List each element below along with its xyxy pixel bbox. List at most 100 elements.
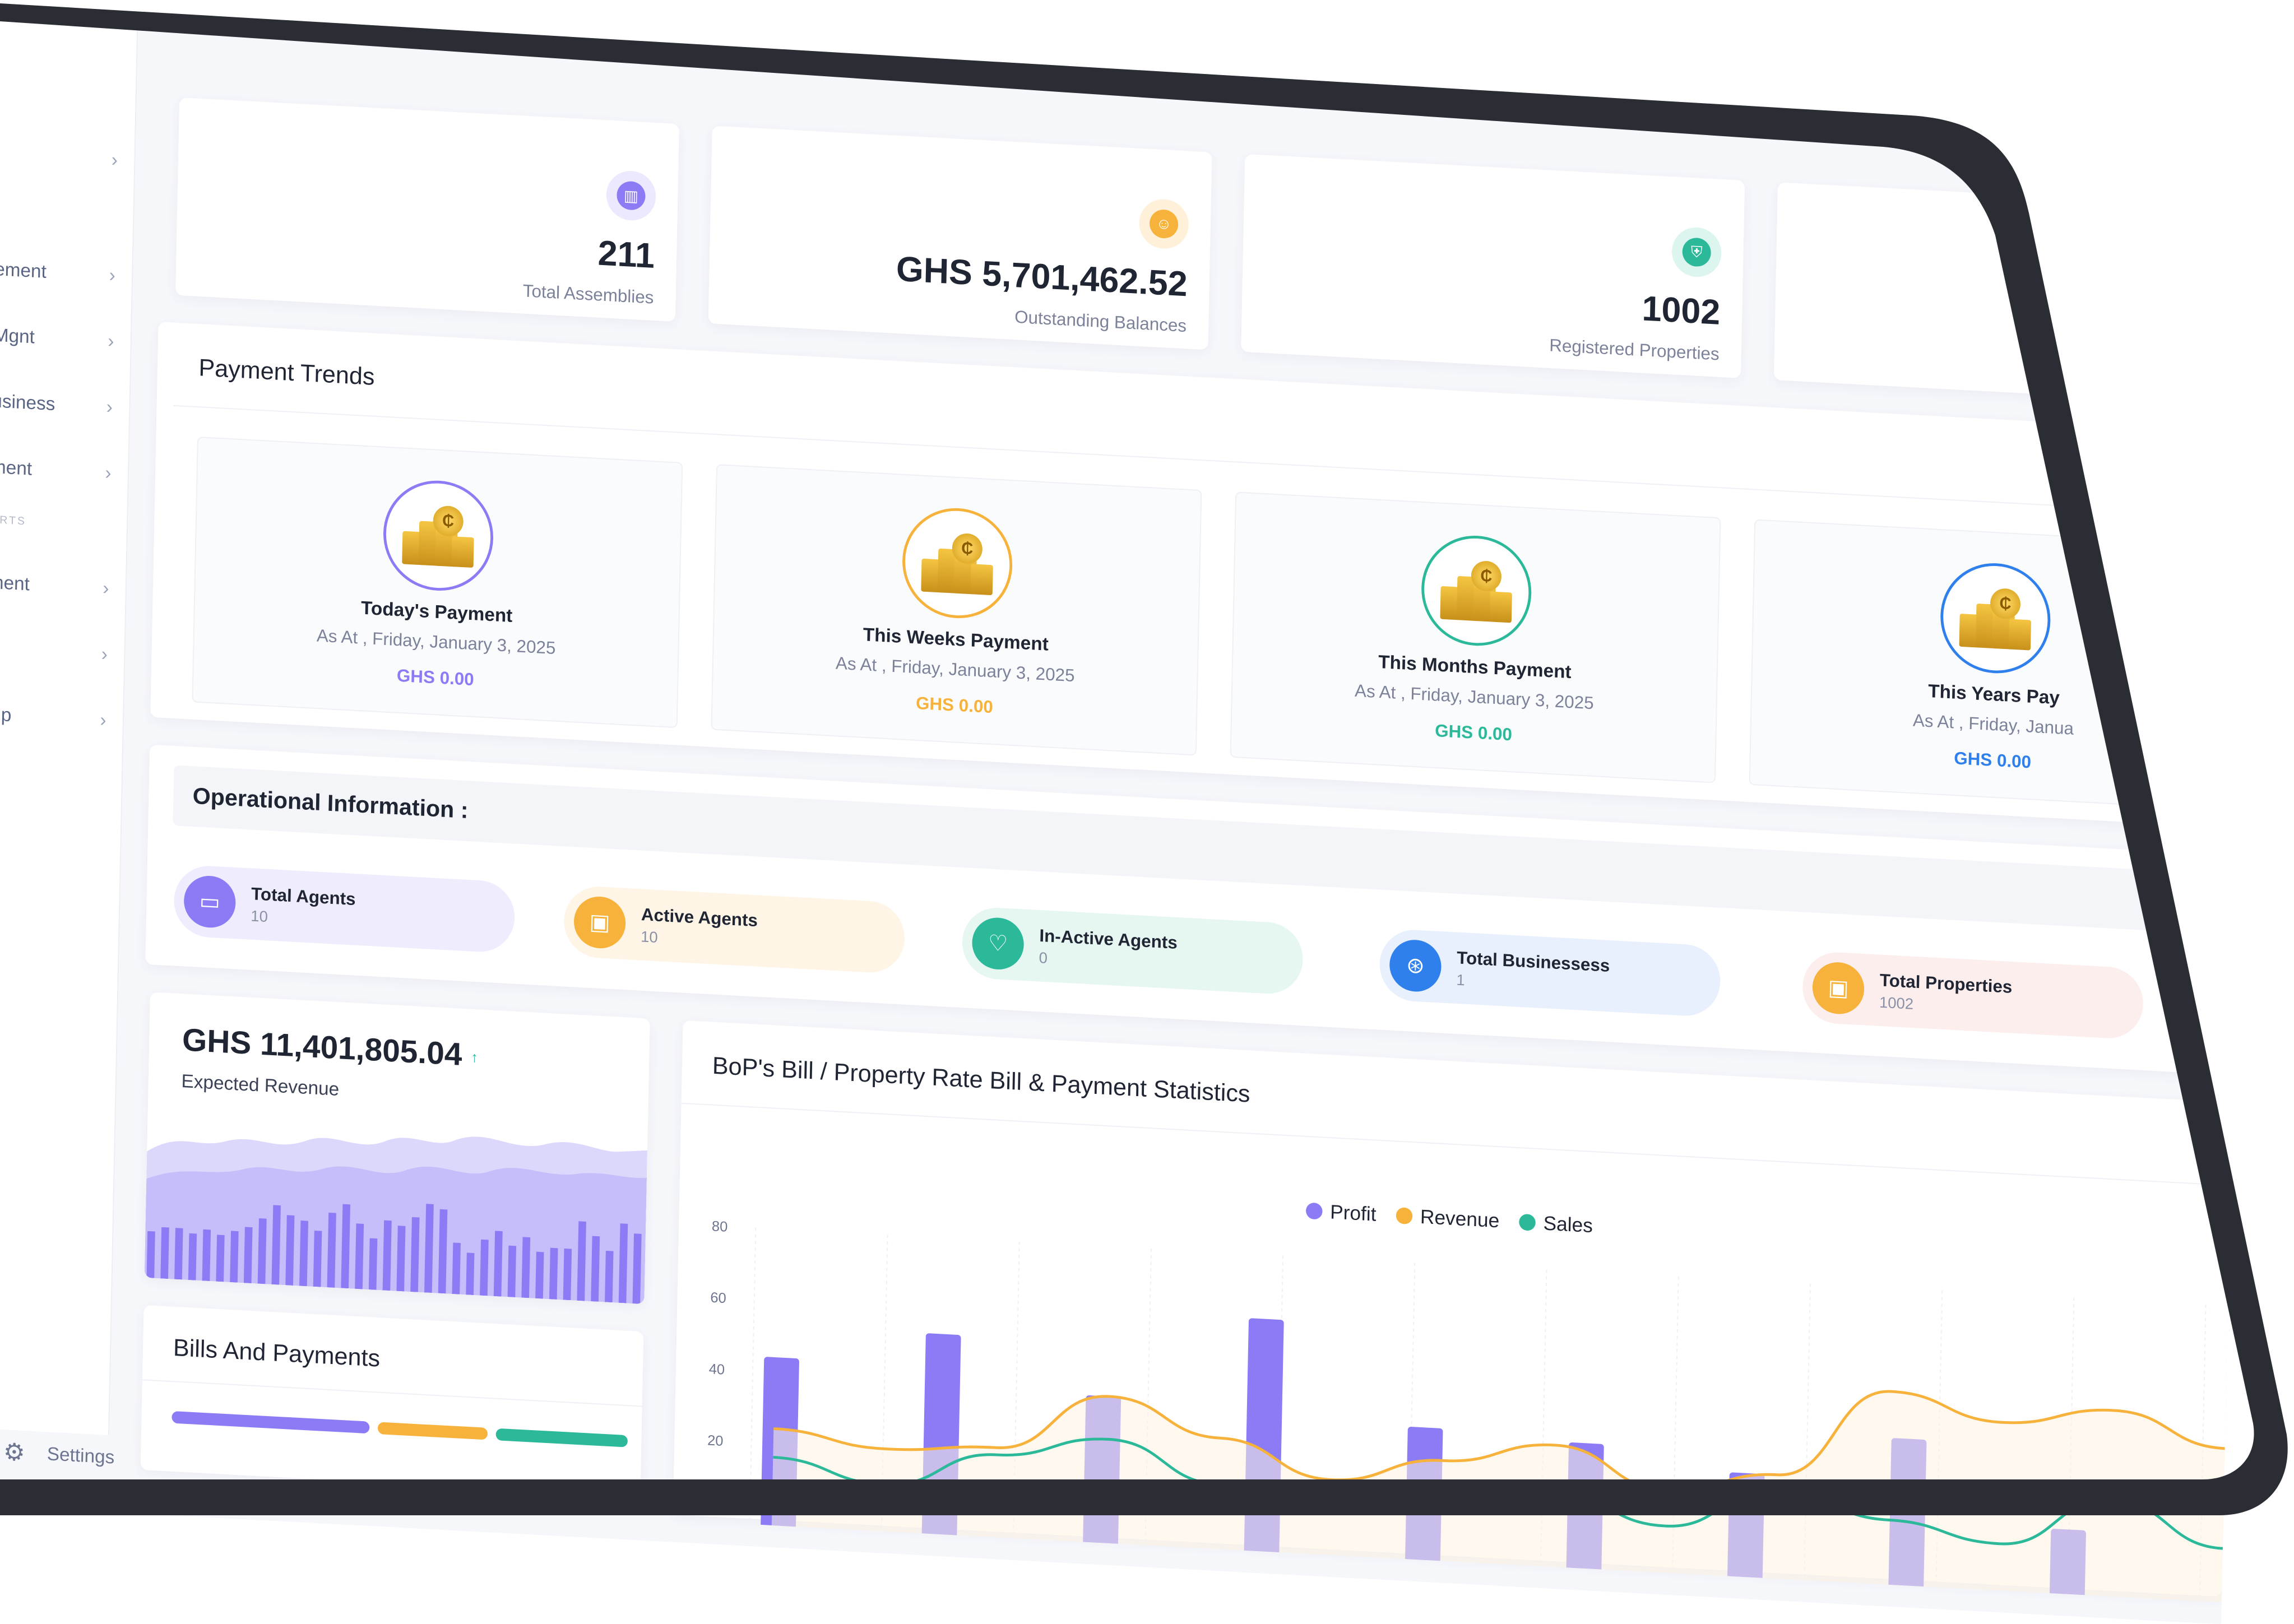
revenue-bar — [632, 1233, 642, 1304]
revenue-bar — [271, 1205, 281, 1285]
sidebar-item-2[interactable]: ement › — [0, 253, 121, 293]
laptop-icon: ▭ — [183, 874, 237, 929]
revenue-bar — [577, 1221, 586, 1301]
statistics-chart: 80 60 40 20 — [707, 1218, 2225, 1603]
stat-value: 1002 — [1641, 288, 1721, 332]
pill-label: Total Businessess — [1456, 947, 1610, 976]
statistics-chart-card: BoP's Bill / Property Rate Bill & Paymen… — [673, 1020, 2232, 1603]
revenue-bar — [535, 1251, 544, 1299]
stat-value: GHS 5,701,462.52 — [896, 248, 1188, 304]
chevron-right-icon: › — [100, 709, 106, 731]
sidebar-item-label: Mgnt — [0, 324, 35, 347]
pill-total-agents[interactable]: ▭ Total Agents 10 — [173, 864, 516, 954]
sidebar-item-6[interactable]: ment › — [0, 565, 115, 605]
pill-label: In-Active Agents — [1039, 925, 1178, 953]
chart-title: BoP's Bill / Property Rate Bill & Paymen… — [712, 1052, 1251, 1108]
pill-label: Total Agents — [251, 883, 356, 909]
revenue-label: Expected Revenue — [181, 1070, 340, 1100]
device-mockup: › ement › Mgnt › usiness › ment › ORTS ment ›… — [0, 0, 2294, 1624]
stat-label: Registered Properties — [1549, 335, 1720, 364]
sidebar-item-1[interactable]: › — [0, 137, 123, 177]
revenue-bar — [452, 1242, 461, 1294]
y-tick-label: 60 — [710, 1290, 726, 1306]
stat-card-properties: ⛨ 1002 Registered Properties — [1241, 154, 1745, 378]
revenue-bar — [605, 1250, 614, 1303]
chevron-right-icon: › — [105, 462, 112, 484]
legend-dot — [1519, 1213, 1536, 1231]
pill-value: 0 — [1039, 949, 1048, 967]
legend-item[interactable]: Profit — [1305, 1199, 1377, 1226]
revenue-bar — [368, 1238, 378, 1290]
revenue-bar — [327, 1212, 336, 1288]
payment-card-amount: GHS 0.00 — [1434, 720, 1513, 745]
chevron-right-icon: › — [111, 149, 118, 170]
coins-icon: ₵ — [1420, 532, 1533, 649]
pill-label: Total Properties — [1879, 969, 2013, 997]
settings-link[interactable]: ⚙ Settings — [3, 1438, 115, 1472]
payment-card-month[interactable]: ₵ This Months Payment As At , Friday, Ja… — [1230, 491, 1721, 783]
pill-total-properties[interactable]: ▣ Total Properties 1002 — [1802, 950, 2144, 1040]
operational-title: Operational Information : — [192, 782, 469, 823]
pill-active-agents[interactable]: ▣ Active Agents 10 — [563, 885, 906, 975]
chevron-right-icon: › — [106, 396, 113, 417]
sidebar-item-5[interactable]: ment › — [0, 451, 117, 490]
chevron-right-icon: › — [109, 264, 116, 286]
grid-line — [749, 1227, 757, 1535]
pill-value: 10 — [640, 927, 659, 946]
legend-label: Revenue — [1420, 1205, 1500, 1232]
stat-label: Outstanding Balances — [1014, 307, 1187, 336]
sidebar-item-label: ment — [0, 456, 33, 480]
chart-legend: Profit Revenue Sales — [1305, 1199, 1593, 1237]
payment-card-amount: GHS 0.00 — [915, 693, 994, 717]
payment-trends-title: Payment Trends — [198, 354, 375, 391]
arrow-up-icon: ↑ — [470, 1048, 479, 1066]
revenue-bar — [285, 1215, 295, 1286]
y-tick-label: 20 — [707, 1432, 724, 1449]
payment-card-today[interactable]: ₵ Today's Payment As At , Friday, Januar… — [192, 437, 683, 729]
revenue-bar — [563, 1248, 572, 1301]
sidebar-item-7[interactable]: › — [0, 632, 113, 671]
legend-item[interactable]: Revenue — [1396, 1204, 1500, 1232]
divider — [681, 1102, 2231, 1186]
pill-inactive-agents[interactable]: ♡ In-Active Agents 0 — [961, 906, 1304, 996]
payment-card-week[interactable]: ₵ This Weeks Payment As At , Friday, Jan… — [711, 464, 1202, 756]
pill-total-businesses[interactable]: ⊛ Total Businessess 1 — [1379, 928, 1721, 1018]
legend-label: Sales — [1543, 1212, 1593, 1237]
revenue-bar — [591, 1236, 600, 1302]
stat-label: Total Assemblies — [522, 280, 654, 308]
sidebar-item-label: ement — [0, 258, 47, 282]
revenue-bar — [466, 1252, 475, 1296]
pill-label: Active Agents — [641, 904, 758, 930]
revenue-bar — [618, 1223, 628, 1303]
bills-progress-segment — [377, 1422, 488, 1440]
revenue-bar — [507, 1245, 517, 1298]
revenue-bar — [257, 1218, 267, 1284]
sidebar-section-label: ORTS — [0, 513, 27, 528]
sidebar-item-4[interactable]: usiness › — [0, 384, 118, 424]
payment-trends-panel: Payment Trends ₵ Today's Payment As At ,… — [150, 322, 2246, 828]
bills-progress-segment — [495, 1428, 628, 1447]
dashboard-screen: › ement › Mgnt › usiness › ment › ORTS ment ›… — [0, 0, 2253, 1624]
payment-card-amount: GHS 0.00 — [1953, 748, 2032, 772]
payment-card-year[interactable]: ₵ This Years Pay As At , Friday, Janua G… — [1749, 519, 2240, 811]
bills-title: Bills And Payments — [173, 1334, 381, 1372]
chart-icon: ▥ — [606, 169, 656, 222]
sidebar-item-3[interactable]: Mgnt › — [0, 318, 120, 358]
globe-icon: ⊛ — [1389, 938, 1442, 993]
sidebar-item-8[interactable]: tup › — [0, 698, 112, 737]
payment-card-amount: GHS 0.00 — [396, 665, 475, 689]
revenue-bar — [146, 1231, 155, 1278]
coins-icon: ₵ — [1939, 560, 2052, 676]
chevron-right-icon: › — [101, 643, 108, 665]
revenue-bar — [355, 1223, 364, 1289]
revenue-bar — [521, 1237, 531, 1298]
legend-item[interactable]: Sales — [1519, 1210, 1593, 1237]
revenue-area — [771, 1391, 2225, 1603]
revenue-bar — [243, 1227, 253, 1284]
pill-value: 1 — [1456, 971, 1466, 989]
revenue-bar — [188, 1233, 197, 1280]
gear-icon: ⚙ — [3, 1438, 26, 1467]
briefcase-icon: ▣ — [573, 895, 627, 950]
revenue-bar — [480, 1239, 489, 1296]
handshake-icon: ⛨ — [1671, 226, 1722, 279]
